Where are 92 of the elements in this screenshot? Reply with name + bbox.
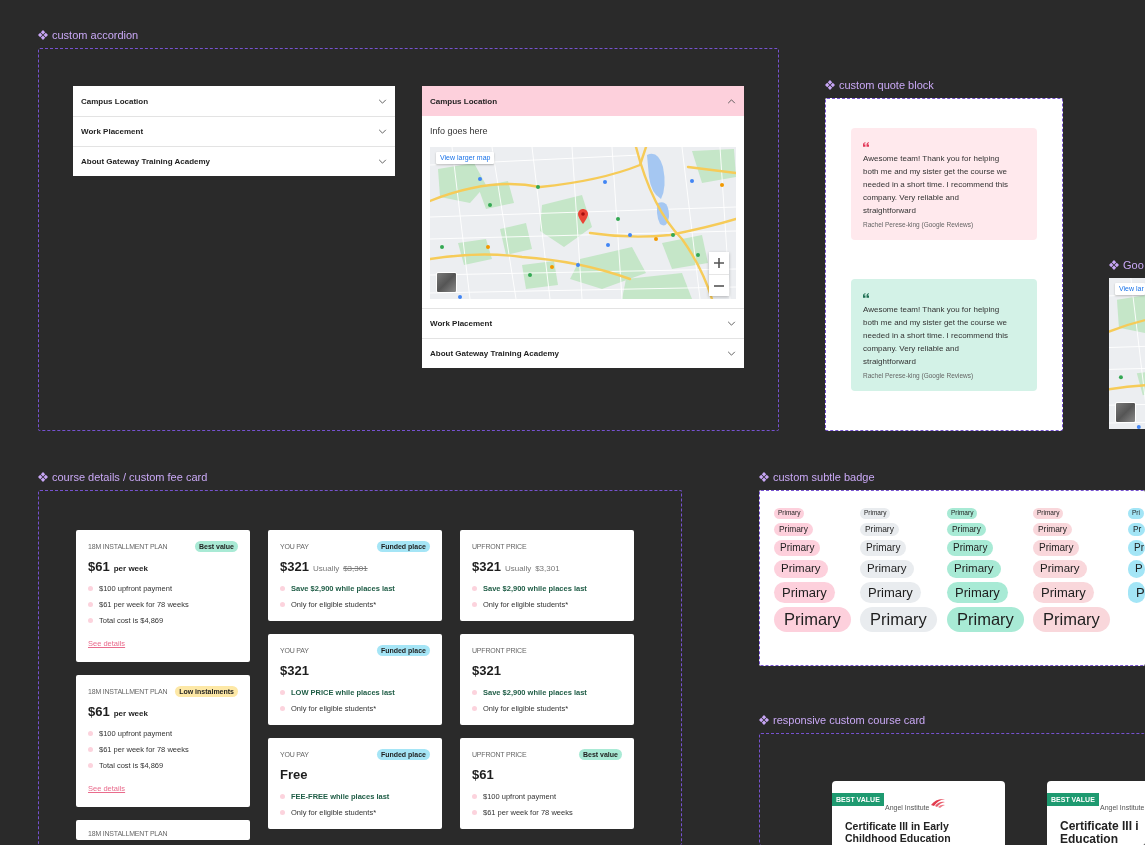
chevron-down-icon <box>378 159 387 164</box>
minus-icon <box>714 284 724 287</box>
quote-text: Awesome team! Thank you for helping both me and my sister get the course we needed in a short time. I recommend this company. Very reliable and straightforward <box>863 304 1009 368</box>
subtle-badge: Primary <box>774 539 821 556</box>
bullet-dot-icon <box>280 585 285 591</box>
satellite-thumbnail[interactable] <box>1115 402 1136 423</box>
frame-label: course details / custom fee card <box>52 471 208 483</box>
bullet-dot-icon <box>280 601 285 607</box>
subtle-badge: Primary <box>774 522 813 536</box>
subtle-badge: Pr <box>1128 522 1145 536</box>
subtle-badge: Primary <box>947 559 1001 578</box>
course-title: Certificate III in Early <box>845 820 950 832</box>
old-price: $3,301 <box>343 564 368 573</box>
price-unit: per week <box>113 709 148 718</box>
subtle-badge: Primary <box>947 539 994 556</box>
frame-label: custom accordion <box>52 29 139 41</box>
bullet-dot-icon <box>280 689 285 695</box>
subtle-badge: Primary <box>1033 606 1110 633</box>
frame-label: custom subtle badge <box>773 471 875 483</box>
course-title: Childhood Education <box>845 832 952 844</box>
price: $321 <box>472 663 501 678</box>
plus-icon <box>714 258 724 268</box>
accordion-header[interactable]: Campus Location <box>422 86 744 116</box>
price: $61 <box>472 767 494 782</box>
satellite-thumbnail[interactable] <box>436 272 457 293</box>
course-title: Education <box>1060 833 1119 845</box>
bullet-dot-icon <box>280 793 285 799</box>
chevron-down-icon <box>727 351 736 356</box>
component-icon <box>38 30 48 40</box>
subtle-badge: Primary <box>1033 539 1080 556</box>
subtle-badge: Primary <box>947 581 1008 603</box>
component-icon <box>825 80 835 90</box>
subtle-badge: Primary <box>947 606 1024 633</box>
subtle-badge: P <box>1128 559 1145 578</box>
subtle-badge: Primary <box>860 559 914 578</box>
quote-mark-icon <box>863 142 869 147</box>
subtle-badge: Primary <box>1033 581 1094 603</box>
subtle-badge: Primary <box>774 559 828 578</box>
subtle-badge: Pr <box>1128 539 1145 556</box>
bullet-dot-icon <box>472 689 477 695</box>
bullet-dot-icon <box>472 585 477 591</box>
subtle-badge: Primary <box>774 606 851 633</box>
price-note: Usually <box>504 564 532 573</box>
subtle-badge: Primary <box>860 539 907 556</box>
frame-label: Goo <box>1123 259 1144 271</box>
bullet-dot-icon <box>88 746 93 752</box>
subtle-badge: Primary <box>947 522 986 536</box>
price-unit: per week <box>113 564 148 573</box>
chevron-down-icon <box>727 321 736 326</box>
logo-swoosh-icon <box>930 797 947 809</box>
component-icon <box>759 715 769 725</box>
bullet-dot-icon <box>88 585 93 591</box>
quote-mark-icon <box>863 293 869 298</box>
bullet-dot-icon <box>88 617 93 623</box>
zoom-in-button[interactable] <box>709 252 729 274</box>
bullet-dot-icon <box>472 809 477 815</box>
subtle-badge: Primary <box>774 581 835 603</box>
subtle-badge: Primary <box>860 522 899 536</box>
old-price: $3,301 <box>535 564 560 573</box>
price: $321 <box>280 559 309 574</box>
component-icon <box>1109 260 1119 270</box>
frame-label: responsive custom course card <box>773 714 926 726</box>
chevron-down-icon <box>378 98 387 104</box>
price: $61 <box>88 559 110 574</box>
info-text: Info goes here <box>430 126 489 137</box>
course-title: Certificate III i <box>1060 820 1140 833</box>
chevron-down-icon <box>378 129 387 134</box>
bullet-dot-icon <box>472 601 477 607</box>
bullet-dot-icon <box>88 730 93 736</box>
zoom-out-button[interactable] <box>709 274 729 296</box>
bullet-dot-icon <box>280 809 285 815</box>
bullet-dot-icon <box>472 705 477 711</box>
component-icon <box>38 472 48 482</box>
price: $61 <box>88 704 110 719</box>
bullet-dot-icon <box>88 601 93 607</box>
subtle-badge: Primary <box>860 606 937 633</box>
subtle-badge: Primary <box>1033 522 1072 536</box>
subtle-badge: Primary <box>1033 559 1087 578</box>
component-icon <box>759 472 769 482</box>
bullet-dot-icon <box>280 705 285 711</box>
price: $321 <box>472 559 501 574</box>
bullet-dot-icon <box>88 762 93 768</box>
frame-label: custom quote block <box>839 79 934 91</box>
price-note: Usually <box>312 564 340 573</box>
subtle-badge: P <box>1128 581 1145 603</box>
chevron-up-icon <box>727 98 736 104</box>
price: Free <box>280 767 308 782</box>
bullet-dot-icon <box>472 793 477 799</box>
quote-text: Awesome team! Thank you for helping both me and my sister get the course we needed in a short time. I recommend this company. Very reliable and straightforward <box>863 153 1009 217</box>
subtle-badge: Primary <box>860 581 921 603</box>
map-pin-icon <box>578 209 588 224</box>
price: $321 <box>280 663 309 678</box>
